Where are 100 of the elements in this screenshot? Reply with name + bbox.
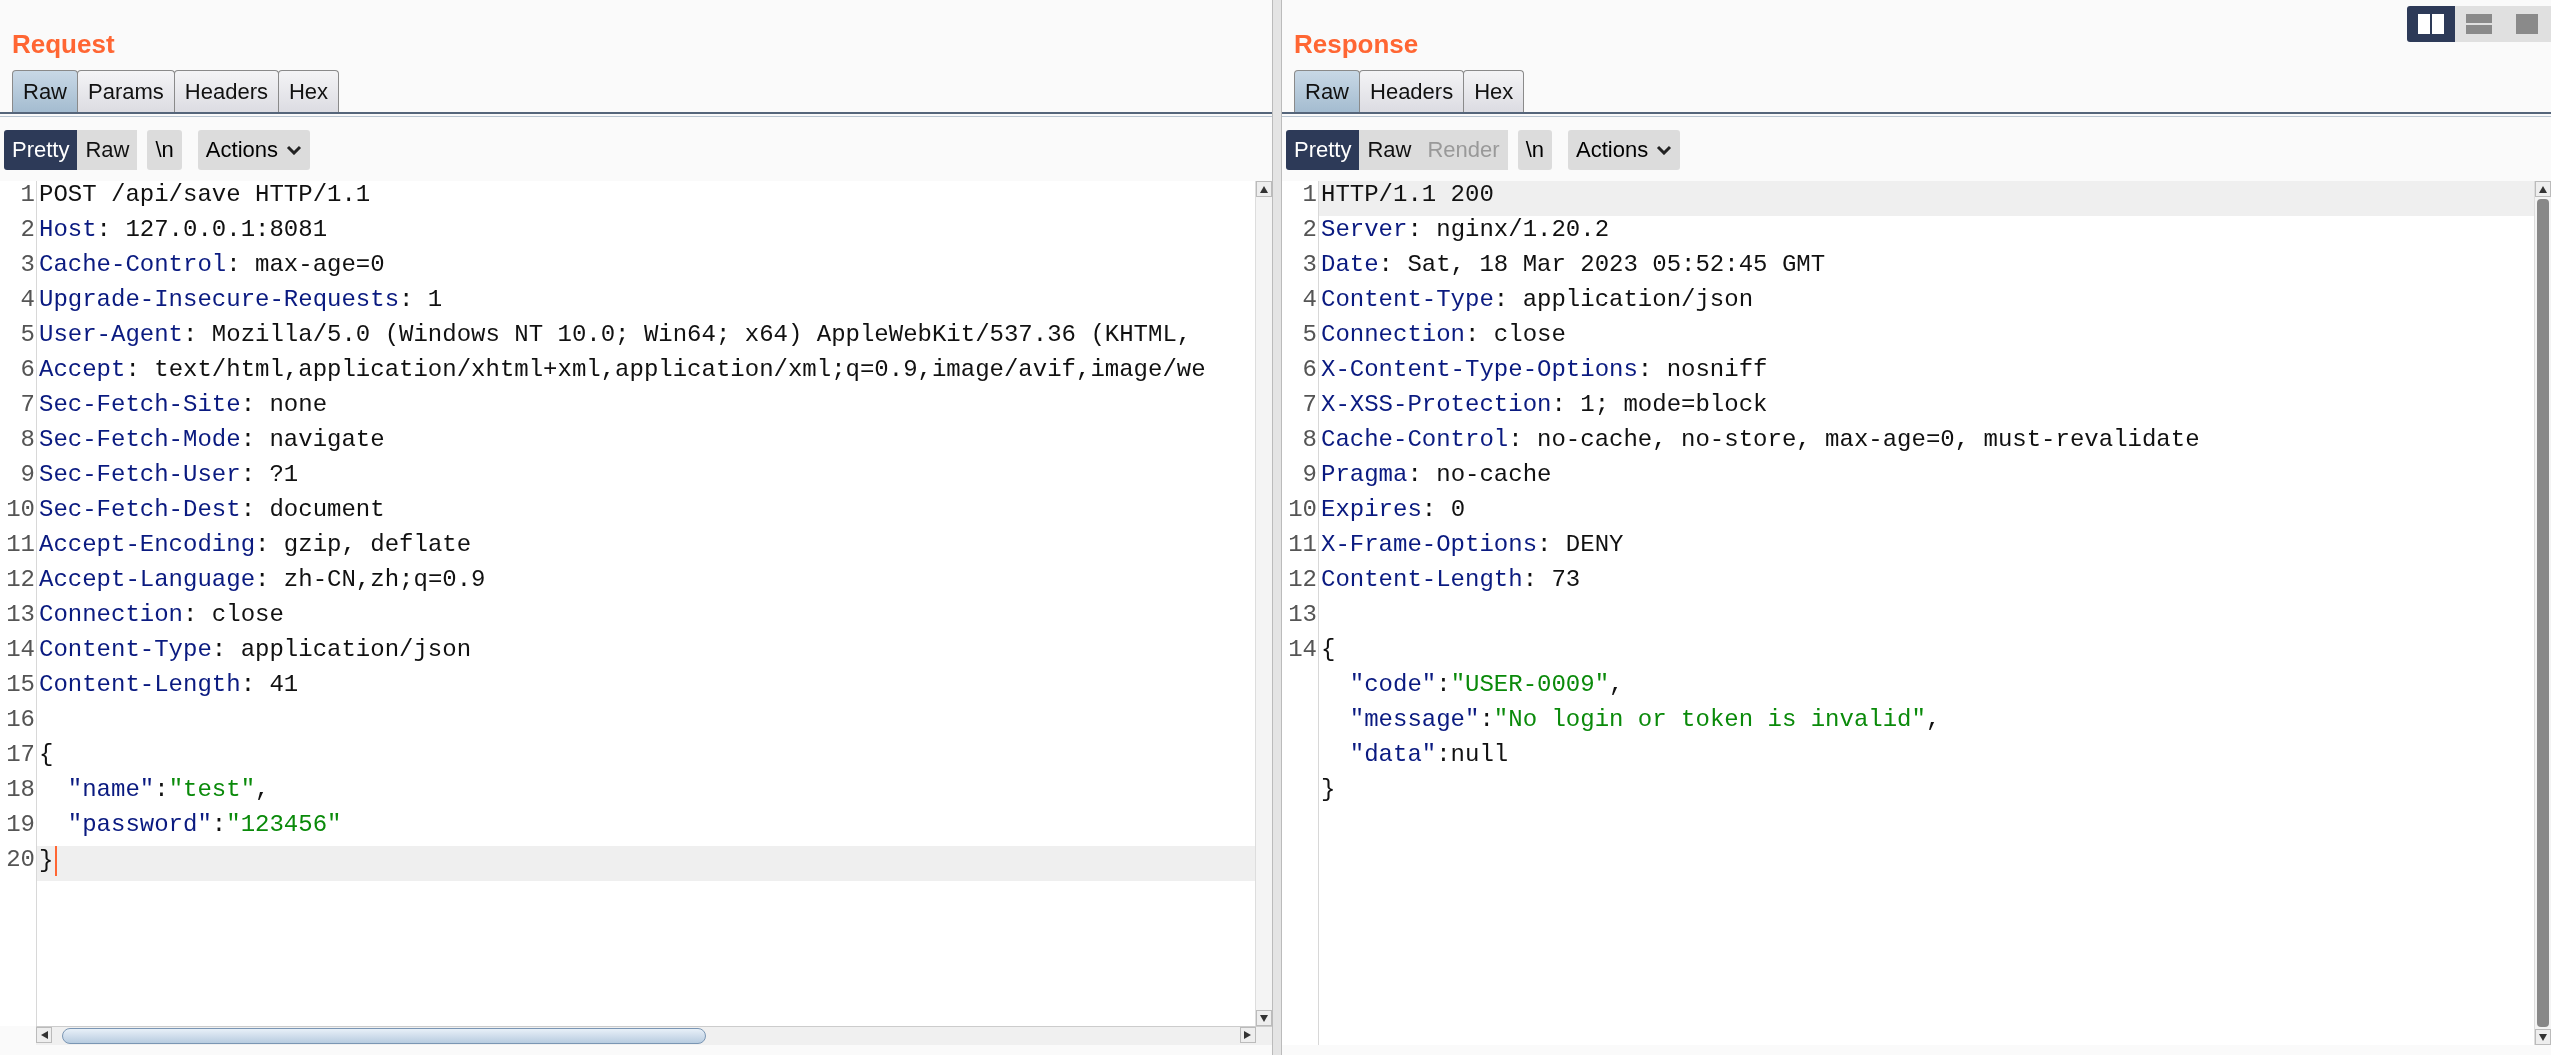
line-number: 11: [5, 531, 36, 560]
chevron-down-icon: [1656, 145, 1673, 155]
code-line: Accept-Encoding: gzip, deflate: [38, 531, 473, 560]
line-number: 8: [19, 426, 36, 455]
code-line: {: [1320, 636, 1337, 665]
line-number: 1: [1301, 181, 1318, 210]
scroll-down-button[interactable]: [1256, 1010, 1272, 1026]
line-number: 17: [5, 741, 36, 770]
down-arrow-icon: [1259, 1013, 1269, 1023]
line-number: 4: [19, 286, 36, 315]
code-line: Sec-Fetch-Site: none: [38, 391, 329, 420]
down-arrow-icon: [2538, 1032, 2548, 1042]
line-number: 9: [19, 461, 36, 490]
tab[interactable]: Raw: [1294, 70, 1360, 112]
code-line: "message":"No login or token is invalid",: [1348, 706, 1942, 735]
line-number: 11: [1287, 531, 1318, 560]
line-number: 10: [1287, 496, 1318, 525]
split-columns-icon: [2418, 14, 2444, 34]
newline-toggle-button[interactable]: \n: [1517, 130, 1552, 170]
line-number: 18: [5, 776, 36, 805]
tab[interactable]: Hex: [1463, 70, 1525, 112]
line-number: 12: [5, 566, 36, 595]
tab[interactable]: Hex: [277, 70, 340, 112]
view-mode-button[interactable]: Raw: [77, 130, 138, 170]
code-editor[interactable]: [0, 181, 1272, 1026]
code-line: "password":"123456": [66, 811, 343, 840]
tab[interactable]: Headers: [173, 70, 279, 112]
line-number: 5: [19, 321, 36, 350]
horizontal-scrollbar[interactable]: [36, 1026, 1272, 1045]
code-line: Connection: close: [38, 601, 285, 630]
split-rows-icon: [2466, 14, 2492, 34]
line-number: 2: [19, 216, 36, 245]
line-number: 13: [1287, 601, 1318, 630]
code-line: Cache-Control: max-age=0: [38, 251, 386, 280]
code-line: POST /api/save HTTP/1.1: [38, 181, 372, 210]
vertical-scrollbar[interactable]: [2534, 181, 2551, 1045]
code-line: Sec-Fetch-Dest: document: [38, 496, 386, 525]
code-line: }: [1320, 776, 1337, 805]
code-line: {: [38, 741, 55, 770]
code-line: X-Content-Type-Options: nosniff: [1320, 356, 1769, 385]
scrollbar-thumb[interactable]: [62, 1028, 706, 1044]
code-line: Content-Length: 41: [38, 671, 300, 700]
code-line: X-XSS-Protection: 1; mode=block: [1320, 391, 1769, 420]
view-mode-button[interactable]: Pretty: [4, 130, 78, 170]
code-line: Accept: text/html,application/xhtml+xml,application/xml;q=0.9,image/avif,image/we: [38, 356, 1207, 385]
scroll-right-button[interactable]: [1240, 1027, 1256, 1043]
code-line: Content-Length: 73: [1320, 566, 1582, 595]
line-number: 14: [5, 636, 36, 665]
scroll-up-button[interactable]: [1256, 181, 1272, 197]
tab[interactable]: Headers: [1359, 70, 1465, 112]
code-line: Expires: 0: [1320, 496, 1467, 525]
code-line: Pragma: no-cache: [1320, 461, 1553, 490]
code-line: "code":"USER-0009",: [1348, 671, 1625, 700]
view-mode-button[interactable]: Pretty: [1286, 130, 1360, 170]
code-line: Content-Type: application/json: [38, 636, 473, 665]
line-number: 5: [1301, 321, 1318, 350]
code-line: Accept-Language: zh-CN,zh;q=0.9: [38, 566, 487, 595]
right-arrow-icon: [1243, 1030, 1253, 1040]
scroll-down-button[interactable]: [2535, 1029, 2551, 1045]
line-number: 15: [5, 671, 36, 700]
actions-button[interactable]: Actions: [197, 130, 310, 170]
line-number: 16: [5, 706, 36, 735]
code-line: "name":"test",: [66, 776, 271, 805]
line-number: 1: [19, 181, 36, 210]
code-line: Cache-Control: no-cache, no-store, max-age=0, must-revalidate: [1320, 426, 2201, 455]
code-line: User-Agent: Mozilla/5.0 (Windows NT 10.0; Win64; x64) AppleWebKit/537.36 (KHTML,: [38, 321, 1193, 350]
layout-toggle-button[interactable]: [2455, 6, 2503, 42]
single-pane-icon: [2516, 14, 2538, 34]
up-arrow-icon: [1259, 184, 1269, 194]
code-line: X-Frame-Options: DENY: [1320, 531, 1625, 560]
scroll-up-button[interactable]: [2535, 181, 2551, 197]
up-arrow-icon: [2538, 184, 2548, 194]
chevron-down-icon: [286, 145, 302, 155]
vertical-scrollbar[interactable]: [1255, 181, 1272, 1026]
line-number: 13: [5, 601, 36, 630]
layout-toggle-button[interactable]: [2407, 6, 2455, 42]
left-arrow-icon: [39, 1030, 49, 1040]
scroll-left-button[interactable]: [36, 1027, 52, 1043]
tab[interactable]: Raw: [12, 70, 78, 112]
line-number: 3: [1301, 251, 1318, 280]
line-number: 14: [1287, 636, 1318, 665]
line-number: 6: [1301, 356, 1318, 385]
code-line: Sec-Fetch-Mode: navigate: [38, 426, 386, 455]
panel-title: Response: [1294, 29, 1419, 60]
code-line: Sec-Fetch-User: ?1: [38, 461, 300, 490]
code-line: "data":null: [1348, 741, 1510, 770]
line-number: 10: [5, 496, 36, 525]
line-number: 12: [1287, 566, 1318, 595]
layout-toggle-button[interactable]: [2503, 6, 2551, 42]
view-mode-button[interactable]: Raw: [1359, 130, 1420, 170]
newline-toggle-button[interactable]: \n: [147, 130, 182, 170]
code-line: Upgrade-Insecure-Requests: 1: [38, 286, 444, 315]
tab[interactable]: Params: [77, 70, 175, 112]
actions-button[interactable]: Actions: [1568, 130, 1681, 170]
code-line: Host: 127.0.0.1:8081: [38, 216, 329, 245]
line-number: 7: [19, 391, 36, 420]
line-number: 7: [1301, 391, 1318, 420]
code-line: Date: Sat, 18 Mar 2023 05:52:45 GMT: [1320, 251, 1827, 280]
line-number: 20: [5, 846, 36, 875]
line-number: 3: [19, 251, 36, 280]
